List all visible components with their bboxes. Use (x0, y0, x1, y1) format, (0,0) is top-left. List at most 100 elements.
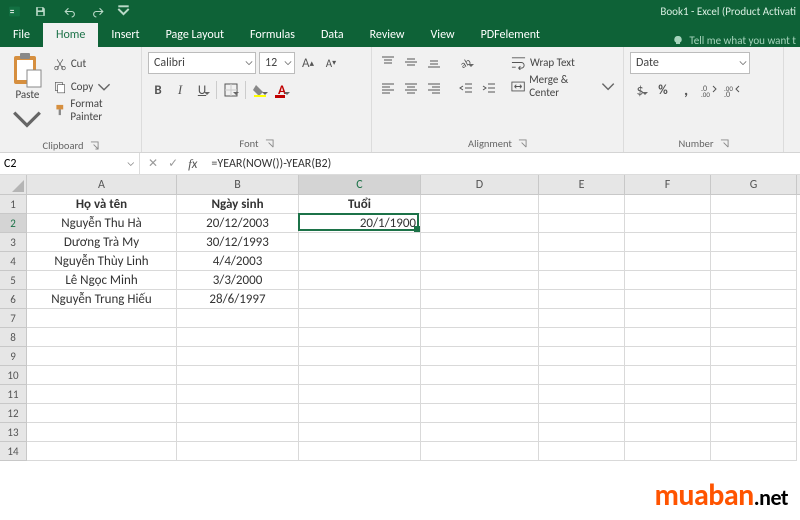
cell-C8[interactable] (299, 328, 421, 347)
cell-G7[interactable] (711, 309, 797, 328)
tab-data[interactable]: Data (308, 23, 357, 47)
cell-D12[interactable] (421, 404, 539, 423)
paste-button[interactable]: Paste (6, 52, 49, 137)
cell-A7[interactable] (27, 309, 177, 328)
cell-E14[interactable] (539, 442, 625, 461)
tab-review[interactable]: Review (357, 23, 418, 47)
name-box-input[interactable] (4, 157, 127, 171)
enter-icon[interactable]: ✓ (168, 156, 178, 171)
bold-button[interactable]: B (148, 80, 168, 100)
decrease-indent-button[interactable] (456, 78, 476, 98)
cell-F4[interactable] (625, 252, 711, 271)
row-header-4[interactable]: 4 (0, 252, 27, 271)
cell-F11[interactable] (625, 385, 711, 404)
cell-D9[interactable] (421, 347, 539, 366)
fx-icon[interactable]: fx (188, 156, 197, 172)
cell-D7[interactable] (421, 309, 539, 328)
cell-B10[interactable] (177, 366, 299, 385)
cell-E6[interactable] (539, 290, 625, 309)
fill-color-button[interactable] (250, 80, 270, 100)
row-header-2[interactable]: 2 (0, 214, 27, 233)
cell-F2[interactable] (625, 214, 711, 233)
cell-F7[interactable] (625, 309, 711, 328)
cell-B13[interactable] (177, 423, 299, 442)
cell-C1[interactable]: Tuổi (299, 195, 421, 214)
cell-F14[interactable] (625, 442, 711, 461)
cell-E13[interactable] (539, 423, 625, 442)
cell-A14[interactable] (27, 442, 177, 461)
cell-C6[interactable] (299, 290, 421, 309)
increase-indent-button[interactable] (479, 78, 499, 98)
align-bottom-button[interactable] (424, 52, 444, 72)
comma-button[interactable]: , (676, 80, 696, 100)
formula-input[interactable]: =YEAR(NOW())-YEAR(B2) (205, 157, 800, 171)
dialog-launcher-icon[interactable] (90, 141, 99, 150)
cell-E11[interactable] (539, 385, 625, 404)
cut-button[interactable]: Cut (53, 54, 135, 73)
cell-C10[interactable] (299, 366, 421, 385)
orientation-button[interactable]: ab (456, 52, 476, 72)
qat-customize-icon[interactable] (117, 5, 130, 18)
row-header-5[interactable]: 5 (0, 271, 27, 290)
cell-A3[interactable]: Dương Trà My (27, 233, 177, 252)
cell-A13[interactable] (27, 423, 177, 442)
col-header-D[interactable]: D (421, 175, 539, 194)
cell-E1[interactable] (539, 195, 625, 214)
save-icon[interactable] (30, 1, 50, 21)
cell-E10[interactable] (539, 366, 625, 385)
cell-F6[interactable] (625, 290, 711, 309)
cell-G4[interactable] (711, 252, 797, 271)
cell-G14[interactable] (711, 442, 797, 461)
row-header-12[interactable]: 12 (0, 404, 27, 423)
accounting-format-button[interactable]: $ (630, 80, 650, 100)
cell-C5[interactable] (299, 271, 421, 290)
cell-C2[interactable]: 20/1/1900 (299, 214, 421, 233)
cell-D8[interactable] (421, 328, 539, 347)
cell-B2[interactable]: 20/12/2003 (177, 214, 299, 233)
font-size-combo[interactable]: 12 (259, 52, 295, 74)
cell-F8[interactable] (625, 328, 711, 347)
cell-D4[interactable] (421, 252, 539, 271)
cell-G3[interactable] (711, 233, 797, 252)
cell-E8[interactable] (539, 328, 625, 347)
tell-me[interactable]: Tell me what you want t (672, 34, 800, 47)
undo-icon[interactable] (59, 1, 79, 21)
cell-B5[interactable]: 3/3/2000 (177, 271, 299, 290)
font-name-combo[interactable]: Calibri (148, 52, 256, 74)
cell-G9[interactable] (711, 347, 797, 366)
tab-home[interactable]: Home (43, 23, 98, 47)
cell-G5[interactable] (711, 271, 797, 290)
cell-A10[interactable] (27, 366, 177, 385)
tab-insert[interactable]: Insert (98, 23, 152, 47)
tab-file[interactable]: File (0, 23, 43, 47)
cell-A8[interactable] (27, 328, 177, 347)
tab-pdfelement[interactable]: PDFelement (468, 23, 553, 47)
cell-D13[interactable] (421, 423, 539, 442)
row-header-8[interactable]: 8 (0, 328, 27, 347)
tab-view[interactable]: View (418, 23, 468, 47)
dialog-launcher-icon[interactable] (265, 139, 274, 148)
percent-button[interactable]: % (653, 80, 673, 100)
cell-E7[interactable] (539, 309, 625, 328)
underline-button[interactable]: U (192, 80, 212, 100)
col-header-A[interactable]: A (27, 175, 177, 194)
cell-D10[interactable] (421, 366, 539, 385)
name-box[interactable] (0, 153, 140, 174)
cell-A5[interactable]: Lê Ngọc Minh (27, 271, 177, 290)
increase-decimal-button[interactable]: .0.00 (699, 80, 719, 100)
dialog-launcher-icon[interactable] (518, 139, 527, 148)
row-header-11[interactable]: 11 (0, 385, 27, 404)
col-header-B[interactable]: B (177, 175, 299, 194)
cell-F9[interactable] (625, 347, 711, 366)
align-left-button[interactable] (378, 78, 398, 98)
decrease-decimal-button[interactable]: .00.0 (722, 80, 742, 100)
cell-F13[interactable] (625, 423, 711, 442)
cell-B1[interactable]: Ngày sinh (177, 195, 299, 214)
cell-A9[interactable] (27, 347, 177, 366)
wrap-text-button[interactable]: Wrap Text (509, 52, 617, 72)
cancel-icon[interactable]: ✕ (148, 156, 158, 171)
cell-E5[interactable] (539, 271, 625, 290)
cell-E4[interactable] (539, 252, 625, 271)
number-format-combo[interactable]: Date (630, 52, 750, 74)
align-top-button[interactable] (378, 52, 398, 72)
